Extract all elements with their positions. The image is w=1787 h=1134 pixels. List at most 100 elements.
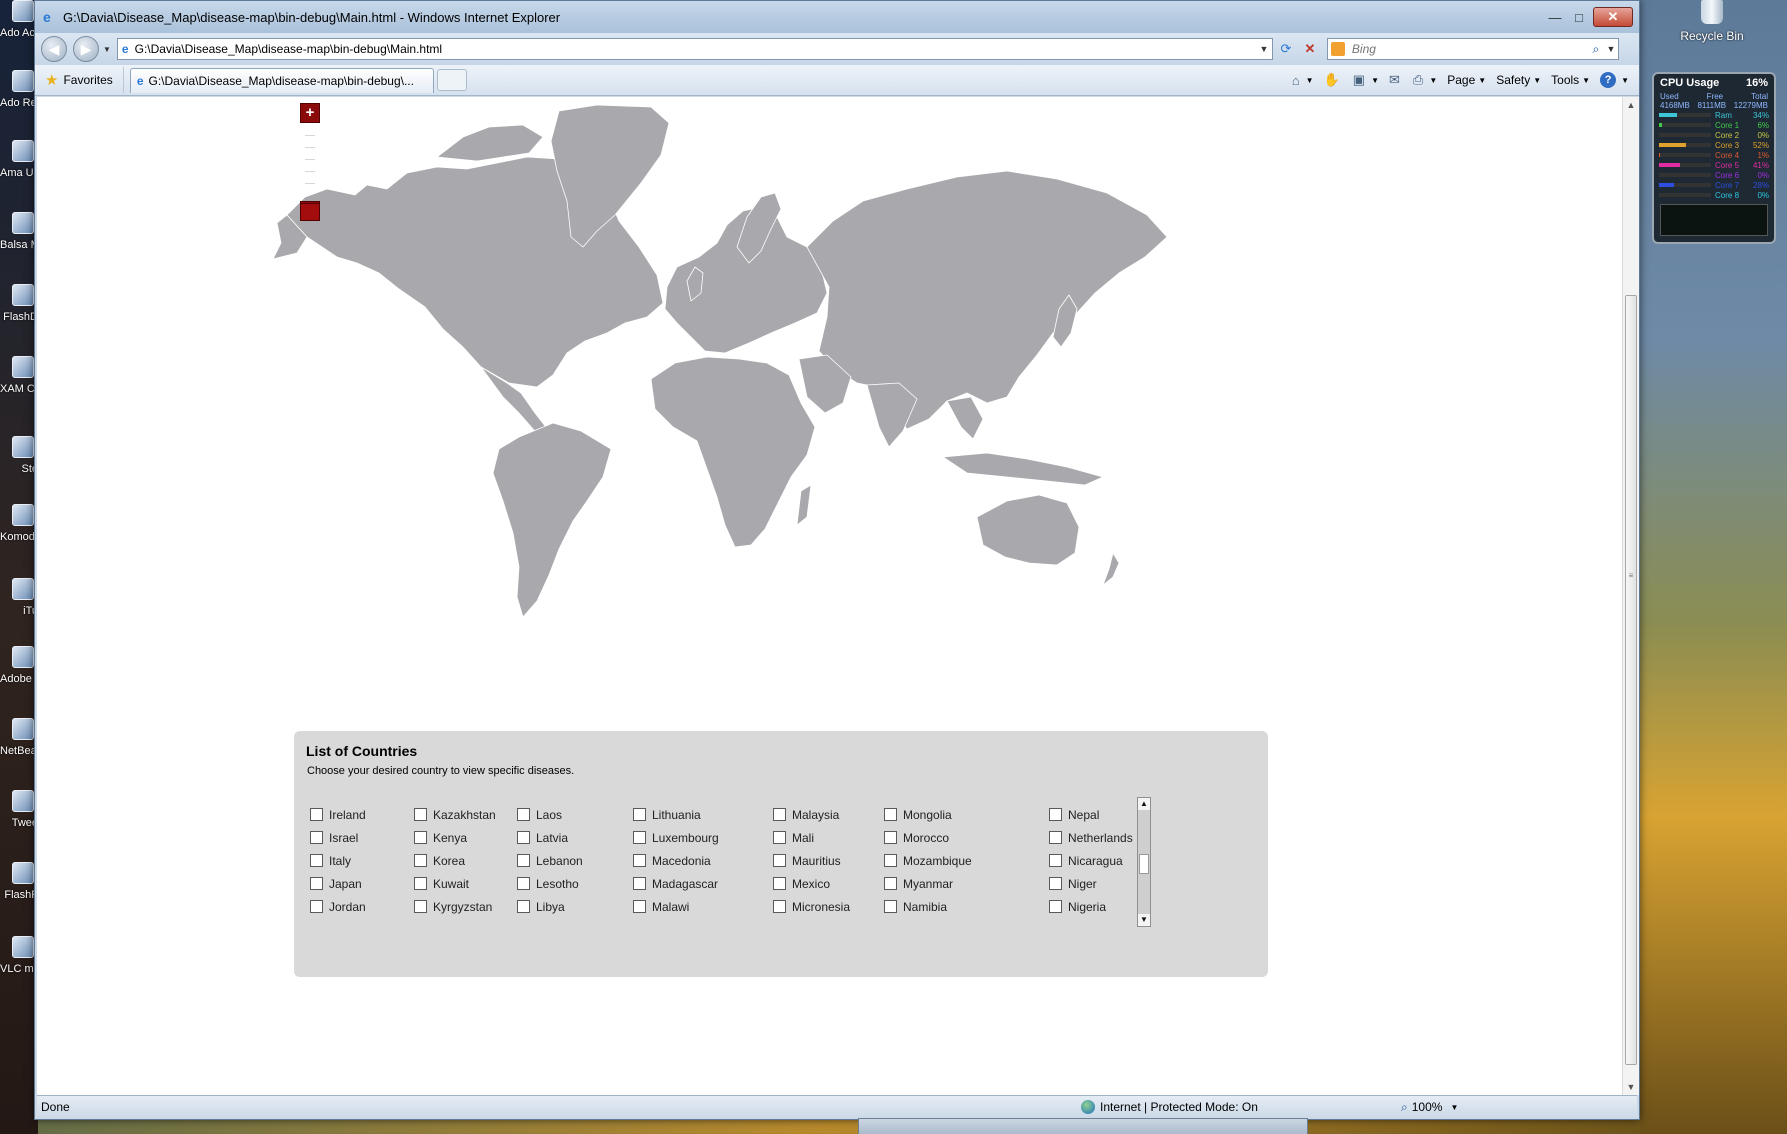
- title-bar[interactable]: e G:\Davia\Disease_Map\disease-map\bin-d…: [35, 1, 1639, 33]
- checkbox[interactable]: [517, 854, 530, 867]
- checkbox[interactable]: [1049, 854, 1062, 867]
- checkbox[interactable]: [517, 877, 530, 890]
- country-checkbox-item[interactable]: Madagascar: [633, 872, 719, 895]
- recent-pages-dropdown[interactable]: ▼: [103, 45, 111, 54]
- country-checkbox-item[interactable]: Luxembourg: [633, 826, 719, 849]
- checkbox[interactable]: [1049, 900, 1062, 913]
- checkbox[interactable]: [310, 831, 323, 844]
- list-scroll-down-icon[interactable]: ▼: [1138, 914, 1150, 926]
- page-scroll-thumb[interactable]: [1625, 295, 1637, 1065]
- country-checkbox-item[interactable]: Israel: [310, 826, 366, 849]
- feeds-button[interactable]: ▣ ▼: [1353, 72, 1379, 88]
- desktop-shortcut[interactable]: Adobe Profes: [0, 646, 38, 685]
- checkbox[interactable]: [773, 877, 786, 890]
- country-checkbox-item[interactable]: Japan: [310, 872, 366, 895]
- mail-button[interactable]: ✉: [1389, 72, 1403, 88]
- help-menu[interactable]: ? ▼: [1600, 72, 1629, 88]
- country-checkbox-item[interactable]: Morocco: [884, 826, 972, 849]
- country-checkbox-item[interactable]: Lebanon: [517, 849, 583, 872]
- checkbox[interactable]: [773, 900, 786, 913]
- checkbox[interactable]: [310, 877, 323, 890]
- print-button[interactable]: ⎙ ▼: [1413, 72, 1437, 88]
- zoom-slider-handle[interactable]: [300, 203, 320, 221]
- checkbox[interactable]: [414, 900, 427, 913]
- checkbox[interactable]: [414, 854, 427, 867]
- desktop-shortcut[interactable]: Twee: [0, 790, 38, 829]
- country-checkbox-item[interactable]: Kyrgyzstan: [414, 895, 496, 918]
- page-scroll-down-icon[interactable]: ▼: [1623, 1079, 1639, 1095]
- country-checkbox-item[interactable]: Kuwait: [414, 872, 496, 895]
- checkbox[interactable]: [884, 831, 897, 844]
- country-checkbox-item[interactable]: Jordan: [310, 895, 366, 918]
- security-zone[interactable]: Internet | Protected Mode: On: [1081, 1100, 1341, 1114]
- country-checkbox-item[interactable]: Micronesia: [773, 895, 850, 918]
- country-checkbox-item[interactable]: Mongolia: [884, 803, 972, 826]
- world-map[interactable]: [267, 97, 1327, 707]
- country-checkbox-item[interactable]: Mozambique: [884, 849, 972, 872]
- country-checkbox-item[interactable]: Niger: [1049, 872, 1133, 895]
- minimize-button[interactable]: —: [1545, 10, 1565, 25]
- country-checkbox-item[interactable]: Italy: [310, 849, 366, 872]
- checkbox[interactable]: [310, 854, 323, 867]
- desktop-shortcut[interactable]: FlashD: [0, 284, 38, 323]
- search-box[interactable]: ⌕ ▼: [1326, 38, 1619, 60]
- country-checkbox-item[interactable]: Nepal: [1049, 803, 1133, 826]
- checkbox[interactable]: [633, 808, 646, 821]
- desktop-shortcut[interactable]: Balsa Mock: [0, 212, 38, 251]
- refresh-icon[interactable]: ⟳: [1275, 38, 1297, 60]
- country-checkbox-item[interactable]: Libya: [517, 895, 583, 918]
- desktop-shortcut[interactable]: VLC m playe: [0, 936, 38, 975]
- close-button[interactable]: ✕: [1593, 7, 1633, 27]
- checkbox[interactable]: [633, 854, 646, 867]
- country-checkbox-item[interactable]: Lithuania: [633, 803, 719, 826]
- url-field[interactable]: e G:\Davia\Disease_Map\disease-map\bin-d…: [116, 38, 1273, 60]
- hand-tool-button[interactable]: ✋: [1324, 72, 1343, 88]
- checkbox[interactable]: [884, 854, 897, 867]
- checkbox[interactable]: [310, 808, 323, 821]
- url-text[interactable]: G:\Davia\Disease_Map\disease-map\bin-deb…: [135, 42, 1256, 56]
- country-checkbox-item[interactable]: Kazakhstan: [414, 803, 496, 826]
- url-dropdown-icon[interactable]: ▼: [1256, 44, 1272, 54]
- search-input[interactable]: [1349, 41, 1588, 57]
- checkbox[interactable]: [884, 877, 897, 890]
- desktop-shortcut[interactable]: Ama Unl: [0, 140, 38, 179]
- tools-menu[interactable]: Tools ▼: [1551, 73, 1590, 87]
- tab-main[interactable]: e G:\Davia\Disease_Map\disease-map\bin-d…: [129, 67, 434, 93]
- back-button[interactable]: ◀: [41, 36, 67, 62]
- country-checkbox-item[interactable]: Lesotho: [517, 872, 583, 895]
- checkbox[interactable]: [773, 854, 786, 867]
- list-scroll-thumb[interactable]: [1139, 854, 1149, 874]
- page-menu[interactable]: Page ▼: [1447, 73, 1486, 87]
- desktop-shortcut[interactable]: iTu: [0, 578, 38, 617]
- desktop-shortcut[interactable]: Ado Reac: [0, 70, 38, 109]
- checkbox[interactable]: [414, 877, 427, 890]
- checkbox[interactable]: [633, 831, 646, 844]
- desktop-shortcut[interactable]: Ste: [0, 436, 38, 475]
- search-options-icon[interactable]: ▼: [1604, 44, 1618, 54]
- country-checkbox-item[interactable]: Laos: [517, 803, 583, 826]
- country-checkbox-item[interactable]: Malawi: [633, 895, 719, 918]
- checkbox[interactable]: [633, 900, 646, 913]
- checkbox[interactable]: [884, 900, 897, 913]
- country-checkbox-item[interactable]: Namibia: [884, 895, 972, 918]
- country-checkbox-item[interactable]: Mexico: [773, 872, 850, 895]
- zoom-slider-track[interactable]: [300, 125, 320, 221]
- checkbox[interactable]: [517, 900, 530, 913]
- desktop-shortcut[interactable]: Ado Acroba: [0, 0, 38, 39]
- checkbox[interactable]: [1049, 831, 1062, 844]
- forward-button[interactable]: ▶: [73, 36, 99, 62]
- zoom-level-button[interactable]: ⌕ 100% ▼: [1401, 1100, 1458, 1115]
- checkbox[interactable]: [773, 831, 786, 844]
- country-list-scrollbar[interactable]: ▲ ▼: [1137, 797, 1151, 927]
- country-checkbox-item[interactable]: Netherlands: [1049, 826, 1133, 849]
- country-checkbox-item[interactable]: Ireland: [310, 803, 366, 826]
- country-checkbox-item[interactable]: Nicaragua: [1049, 849, 1133, 872]
- country-checkbox-item[interactable]: Kenya: [414, 826, 496, 849]
- zoom-in-button[interactable]: +: [300, 103, 320, 123]
- checkbox[interactable]: [1049, 808, 1062, 821]
- page-scroll-up-icon[interactable]: ▲: [1623, 97, 1639, 113]
- desktop-shortcut[interactable]: Komod 5: [0, 504, 38, 543]
- desktop-shortcut[interactable]: XAM Contro: [0, 356, 38, 395]
- checkbox[interactable]: [633, 877, 646, 890]
- safety-menu[interactable]: Safety ▼: [1496, 73, 1541, 87]
